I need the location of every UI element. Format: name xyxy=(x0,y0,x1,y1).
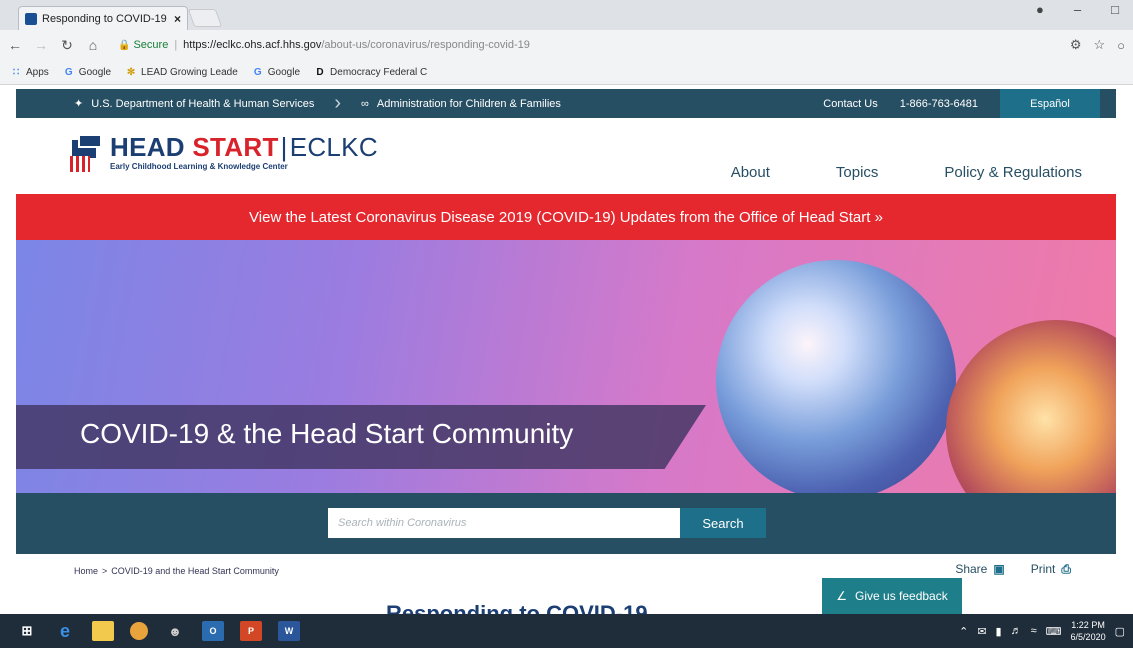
windows-start-icon[interactable]: ⊞ xyxy=(16,621,38,641)
globe-image xyxy=(716,260,956,493)
bookmark-lead[interactable]: ✻ LEAD Growing Leade xyxy=(125,66,238,78)
system-tray: ⌃ ✉ ▮ ♬ ≈ ⌨ 1:22 PM 6/5/2020 ▢ xyxy=(959,619,1133,643)
breadcrumb-current: COVID-19 and the Head Start Community xyxy=(111,566,279,576)
mail-icon[interactable]: ✉ xyxy=(977,625,986,638)
maximize-icon[interactable]: □ xyxy=(1111,2,1119,17)
bookmark-google[interactable]: G Google xyxy=(63,66,111,78)
bookmarks-bar: ∷ Apps G Google ✻ LEAD Growing Leade G Googl… xyxy=(0,60,1133,85)
page-title: Responding to COVID-19 xyxy=(386,602,648,614)
extension-icon[interactable]: ⚙ xyxy=(1070,37,1082,53)
phone-number: 1-866-763-6481 xyxy=(899,97,978,110)
chrome-icon[interactable] xyxy=(130,622,148,640)
nav-policy-regulations[interactable]: Policy & Regulations xyxy=(944,164,1082,181)
printer-icon: ⎙ xyxy=(1061,562,1071,576)
bookmark-star-icon[interactable]: ☆ xyxy=(1093,37,1105,53)
home-icon[interactable]: ⌂ xyxy=(86,37,100,53)
acf-icon: ∞ xyxy=(361,97,369,110)
secure-label: Secure xyxy=(133,39,169,51)
lock-icon: 🔒 xyxy=(118,39,131,51)
windows-taskbar: ⊞ e ☻ O P W ⌃ ✉ ▮ ♬ ≈ ⌨ 1:22 PM 6/5/2020… xyxy=(0,614,1133,648)
new-tab-button[interactable] xyxy=(187,9,223,27)
give-feedback-button[interactable]: ∠ Give us feedback xyxy=(822,578,962,614)
hhs-top-bar: ✦ U.S. Department of Health & Human Serv… xyxy=(16,89,1116,118)
espanol-button[interactable]: Español xyxy=(1000,89,1100,118)
powerpoint-icon[interactable]: P xyxy=(240,621,262,641)
browser-tab-strip: Responding to COVID-19 × ● – □ xyxy=(0,0,1133,30)
apps-grid-icon: ∷ xyxy=(12,66,20,78)
hhs-link[interactable]: U.S. Department of Health & Human Servic… xyxy=(91,98,314,110)
file-explorer-icon[interactable] xyxy=(92,621,114,641)
url-bar[interactable]: 🔒 Secure | https://eclkc.ohs.acf.hhs.gov… xyxy=(112,34,1058,56)
head-start-logo[interactable]: HEAD START|ECLKC Early Childhood Learnin… xyxy=(70,134,378,174)
tab-title: Responding to COVID-19 xyxy=(42,12,167,25)
back-icon[interactable]: ← xyxy=(8,37,22,53)
search-input[interactable] xyxy=(328,508,680,538)
share-icon: ▣ xyxy=(993,562,1005,576)
menu-icon[interactable]: ○ xyxy=(1117,38,1125,53)
site-header: HEAD START|ECLKC Early Childhood Learnin… xyxy=(16,118,1116,194)
wifi-icon[interactable]: ≈ xyxy=(1031,625,1037,637)
main-navigation: About Topics Policy & Regulations xyxy=(731,164,1082,181)
hhs-eagle-icon: ✦ xyxy=(74,98,84,110)
notifications-icon[interactable]: ▢ xyxy=(1115,625,1125,638)
url-path: /about-us/coronavirus/responding-covid-1… xyxy=(321,39,530,51)
browser-tab[interactable]: Responding to COVID-19 × xyxy=(18,6,188,30)
hero-banner: COVID-19 & the Head Start Community xyxy=(16,240,1116,493)
search-bar: Search xyxy=(16,493,1116,554)
people-icon[interactable]: ☻ xyxy=(164,621,186,641)
reload-icon[interactable]: ↻ xyxy=(60,37,74,54)
bookmark-google-2[interactable]: G Google xyxy=(252,66,300,78)
url-host: https://eclkc.ohs.acf.hhs.gov xyxy=(183,39,322,51)
google-icon: G xyxy=(64,66,73,78)
nav-topics[interactable]: Topics xyxy=(836,164,879,181)
search-button[interactable]: Search xyxy=(680,508,766,538)
edge-icon[interactable]: e xyxy=(54,621,76,641)
site-favicon-icon xyxy=(25,12,37,25)
bookmark-apps[interactable]: ∷ Apps xyxy=(10,66,49,78)
pencil-icon: ∠ xyxy=(836,589,848,603)
bookmark-democracy[interactable]: D Democracy Federal C xyxy=(314,66,427,78)
minimize-icon[interactable]: – xyxy=(1074,2,1081,17)
democracy-icon: D xyxy=(316,66,324,78)
acf-link[interactable]: Administration for Children & Families xyxy=(377,98,561,110)
google-icon: G xyxy=(253,66,262,78)
battery-icon[interactable]: ▮ xyxy=(996,625,1002,638)
print-button[interactable]: Print ⎙ xyxy=(1031,562,1071,577)
chevron-right-icon: › xyxy=(334,92,342,114)
covid-alert-banner[interactable]: View the Latest Coronavirus Disease 2019… xyxy=(16,194,1116,240)
share-button[interactable]: Share ▣ xyxy=(955,562,1004,577)
chevron-up-icon[interactable]: ⌃ xyxy=(959,625,968,638)
taskbar-clock[interactable]: 1:22 PM 6/5/2020 xyxy=(1071,619,1106,643)
address-toolbar: ← → ↻ ⌂ 🔒 Secure | https://eclkc.ohs.acf… xyxy=(0,30,1133,60)
word-icon[interactable]: W xyxy=(278,621,300,641)
keyboard-icon[interactable]: ⌨ xyxy=(1046,625,1062,638)
outlook-icon[interactable]: O xyxy=(202,621,224,641)
contact-us-link[interactable]: Contact Us xyxy=(823,98,877,110)
logo-tagline: Early Childhood Learning & Knowledge Cen… xyxy=(110,162,288,171)
page-tools: Share ▣ Print ⎙ xyxy=(955,562,1071,577)
stethoscope-image xyxy=(946,320,1116,493)
head-start-logo-icon xyxy=(70,134,104,174)
breadcrumb: Home > COVID-19 and the Head Start Commu… xyxy=(74,566,279,576)
nav-about[interactable]: About xyxy=(731,164,770,181)
breadcrumb-home[interactable]: Home xyxy=(74,566,98,576)
profile-icon[interactable]: ● xyxy=(1036,2,1044,17)
tab-close-icon[interactable]: × xyxy=(174,12,181,26)
volume-icon[interactable]: ♬ xyxy=(1011,625,1022,637)
lead-icon: ✻ xyxy=(126,66,136,78)
forward-icon[interactable]: → xyxy=(34,37,48,53)
hero-title: COVID-19 & the Head Start Community xyxy=(80,418,574,449)
window-controls: ● – □ xyxy=(1036,2,1133,17)
